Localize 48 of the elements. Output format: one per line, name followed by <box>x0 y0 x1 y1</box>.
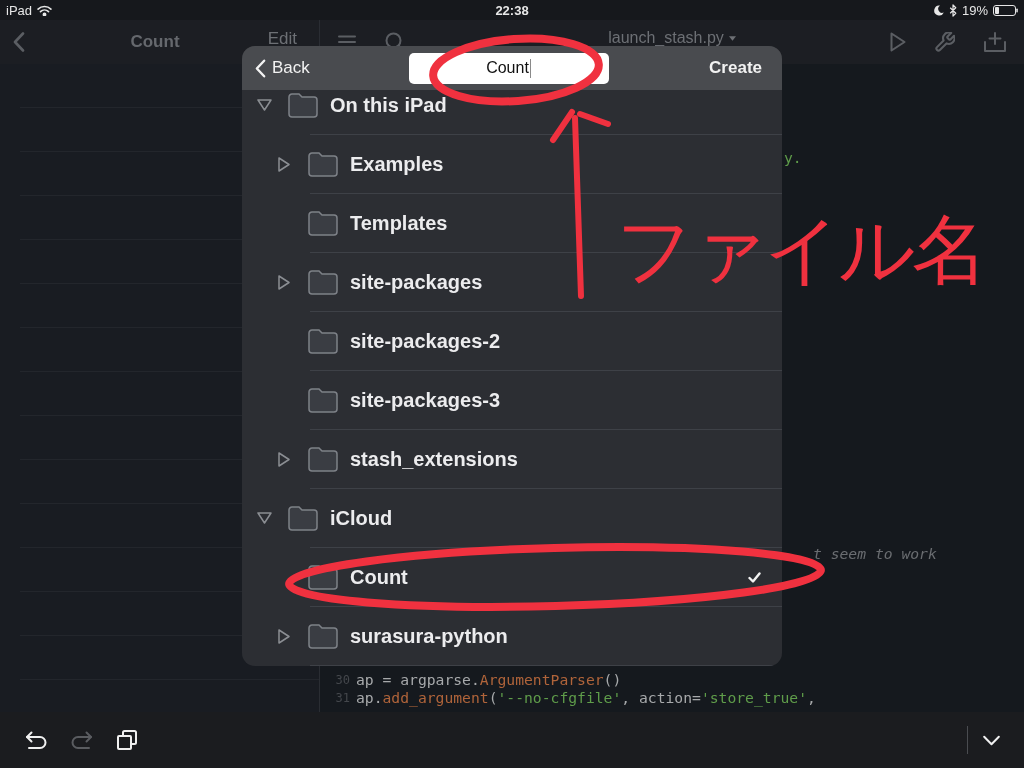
device-name: iPad <box>6 2 33 18</box>
folder-row[interactable]: surasura-python <box>276 607 508 665</box>
triangle-down-icon[interactable] <box>256 512 272 524</box>
back-button[interactable]: Back <box>255 58 310 78</box>
wrench-icon[interactable] <box>935 32 955 52</box>
bluetooth-icon <box>948 3 957 17</box>
code-text: y. <box>784 149 802 167</box>
triangle-right-icon[interactable] <box>278 156 290 172</box>
folder-row[interactable]: Count <box>276 548 408 606</box>
copy-icon[interactable] <box>117 730 137 750</box>
folder-row[interactable]: iCloud <box>256 489 393 547</box>
folder-icon <box>288 505 318 531</box>
chevron-down-icon[interactable] <box>982 734 1001 746</box>
folder-icon <box>308 210 338 236</box>
code-line: ap = argparse.ArgumentParser() <box>356 671 622 689</box>
triangle-down-icon[interactable] <box>256 99 272 111</box>
code-comment: t seem to work <box>813 545 937 563</box>
moon-icon <box>933 4 944 16</box>
sidebar-title: Count <box>130 32 180 52</box>
tray-plus-icon[interactable] <box>984 32 1006 52</box>
folder-row[interactable]: Examples <box>276 135 444 193</box>
play-icon[interactable] <box>890 32 906 52</box>
folder-row[interactable]: On this iPad <box>256 90 447 134</box>
status-time: 22:38 <box>495 2 529 18</box>
folder-row[interactable]: site-packages <box>276 253 483 311</box>
undo-icon[interactable] <box>25 731 47 749</box>
folder-icon <box>308 446 338 472</box>
folder-icon <box>308 151 338 177</box>
text-cursor-icon <box>529 58 531 78</box>
folder-icon <box>308 623 338 649</box>
triangle-right-icon[interactable] <box>278 274 290 290</box>
caret-down-icon <box>728 35 736 41</box>
folder-icon <box>308 328 338 354</box>
folder-icon <box>288 92 318 118</box>
triangle-right-icon[interactable] <box>278 628 290 644</box>
battery-percent: 19% <box>961 2 988 18</box>
folder-icon <box>308 269 338 295</box>
create-button[interactable]: Create <box>709 58 762 78</box>
battery-icon <box>993 4 1018 16</box>
code-line: ap.add_argument('--no-cfgfile', action='store_true', <box>356 689 816 707</box>
folder-row[interactable]: site-packages-2 <box>276 312 501 370</box>
folder-row[interactable]: Templates <box>276 194 448 252</box>
folder-icon <box>308 387 338 413</box>
folder-row[interactable]: site-packages-3 <box>276 371 501 429</box>
triangle-right-icon[interactable] <box>278 451 290 467</box>
wifi-icon <box>37 4 53 16</box>
folder-row[interactable]: stash_extensions <box>276 430 518 488</box>
handwritten-note: ファイル名 <box>616 212 984 288</box>
